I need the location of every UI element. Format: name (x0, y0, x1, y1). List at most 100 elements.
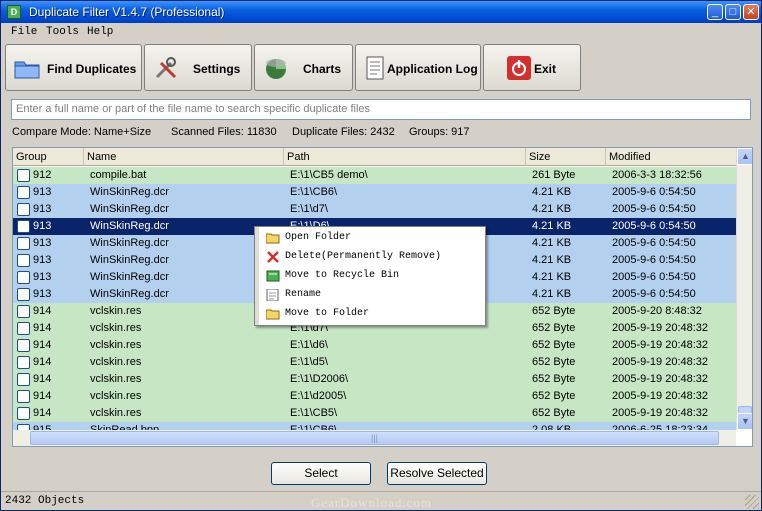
resize-grip[interactable] (745, 495, 759, 509)
cell-size: 652 Byte (532, 305, 576, 317)
cell-size: 652 Byte (532, 407, 576, 419)
cell-path: E:\1\CB6\ (290, 186, 338, 198)
row-checkbox[interactable] (17, 288, 30, 301)
settings-label: Settings (193, 62, 241, 76)
row-checkbox[interactable] (17, 322, 30, 335)
watermark: GearDownload.com (311, 495, 433, 510)
context-recycle-label: Move to Recycle Bin (285, 270, 400, 281)
context-open-folder-label: Open Folder (285, 232, 352, 243)
table-row[interactable]: 913 WinSkinReg.dcr E:\1\CB6\ 4.21 KB 2005-9-… (13, 184, 736, 201)
column-header-modified[interactable]: Modified (606, 148, 736, 166)
cell-group: 913 (33, 288, 52, 300)
table-row[interactable]: 913 WinSkinReg.dcr E:\1\d7\ 4.21 KB 2005-9-6… (13, 201, 736, 218)
charts-label: Charts (303, 62, 342, 76)
search-input[interactable]: Enter a full name or part of the file na… (11, 99, 751, 120)
find-duplicates-label: Find Duplicates (47, 62, 137, 76)
menu-file[interactable]: File (11, 26, 37, 38)
row-checkbox[interactable] (17, 356, 30, 369)
cell-size: 4.21 KB (532, 203, 572, 215)
compare-mode-text: Compare Mode: Name+Size (12, 126, 152, 138)
cell-size: 261 Byte (532, 169, 576, 181)
scroll-down-button[interactable]: ▼ (737, 413, 752, 430)
settings-button[interactable]: Settings (144, 44, 252, 91)
context-open-folder[interactable]: Open Folder (263, 229, 483, 248)
menu-bar: File Tools Help (1, 23, 761, 43)
close-button[interactable]: ✕ (743, 4, 759, 20)
context-recycle-bin[interactable]: Move to Recycle Bin (263, 267, 483, 286)
row-checkbox[interactable] (17, 237, 30, 250)
table-row[interactable]: 912 compile.bat E:\1\CB5 demo\ 261 Byte 2006… (13, 167, 736, 184)
cell-modified: 2005-9-6 0:54:50 (612, 254, 696, 266)
cell-name: WinSkinReg.dcr (90, 271, 169, 283)
table-row[interactable]: 914 vclskin.res E:\1\d2005\ 652 Byte 2005-9-… (13, 388, 736, 405)
cell-group: 914 (33, 305, 52, 317)
log-document-icon (366, 56, 384, 80)
cell-group: 913 (33, 186, 52, 198)
row-checkbox[interactable] (17, 305, 30, 318)
cell-group: 913 (33, 220, 52, 232)
row-checkbox[interactable] (17, 254, 30, 267)
horizontal-scroll-thumb[interactable]: ||| (30, 431, 719, 445)
context-delete[interactable]: Delete(Permanently Remove) (263, 248, 483, 267)
cell-size: 652 Byte (532, 339, 576, 351)
context-menu: Open Folder Delete(Permanently Remove) M… (254, 226, 486, 326)
row-checkbox[interactable] (17, 271, 30, 284)
row-checkbox[interactable] (17, 390, 30, 403)
column-header-name[interactable]: Name (84, 148, 284, 166)
cell-modified: 2005-9-6 0:54:50 (612, 186, 696, 198)
cell-size: 4.21 KB (532, 237, 572, 249)
select-button[interactable]: Select (271, 462, 371, 485)
cell-name: vclskin.res (90, 373, 142, 385)
row-checkbox[interactable] (17, 203, 30, 216)
cell-size: 4.21 KB (532, 288, 572, 300)
row-checkbox[interactable] (17, 339, 30, 352)
row-checkbox[interactable] (17, 186, 30, 199)
title-bar[interactable]: D Duplicate Filter V1.4.7 (Professional)… (1, 1, 761, 23)
column-header-path[interactable]: Path (284, 148, 526, 166)
cell-size: 652 Byte (532, 373, 576, 385)
application-log-button[interactable]: Application Log (355, 44, 481, 91)
row-checkbox[interactable] (17, 220, 30, 233)
table-row[interactable]: 914 vclskin.res E:\1\d5\ 652 Byte 2005-9-19 … (13, 354, 736, 371)
context-rename[interactable]: Rename (263, 286, 483, 305)
scanned-files-text: Scanned Files: 11830 (171, 126, 277, 138)
cell-path: E:\1\d6\ (290, 339, 328, 351)
cell-name: WinSkinReg.dcr (90, 237, 169, 249)
menu-help[interactable]: Help (87, 26, 113, 38)
cell-size: 652 Byte (532, 356, 576, 368)
charts-button[interactable]: Charts (254, 44, 353, 91)
table-row[interactable]: 914 vclskin.res E:\1\D2006\ 652 Byte 2005-9-… (13, 371, 736, 388)
table-row[interactable]: 914 vclskin.res E:\1\d6\ 652 Byte 2005-9-19 … (13, 337, 736, 354)
column-header-group[interactable]: Group (13, 148, 84, 166)
context-move-to-folder[interactable]: Move to Folder (263, 305, 483, 324)
cell-path: E:\1\D2006\ (290, 373, 349, 385)
table-row[interactable]: 914 vclskin.res E:\1\CB5\ 652 Byte 2005-9-19… (13, 405, 736, 422)
find-duplicates-button[interactable]: Find Duplicates (5, 44, 142, 91)
row-checkbox[interactable] (17, 407, 30, 420)
menu-tools[interactable]: Tools (46, 26, 79, 38)
exit-button[interactable]: Exit (483, 44, 581, 91)
app-icon: D (7, 5, 21, 19)
resolve-selected-button[interactable]: Resolve Selected (387, 462, 487, 485)
row-checkbox[interactable] (17, 169, 30, 182)
cell-modified: 2005-9-19 20:48:32 (612, 322, 709, 334)
vertical-scrollbar[interactable]: ▲ ▼ (736, 148, 752, 430)
cell-group: 913 (33, 237, 52, 249)
scroll-up-button[interactable]: ▲ (737, 148, 752, 165)
column-header-size[interactable]: Size (526, 148, 606, 166)
cell-name: WinSkinReg.dcr (90, 203, 169, 215)
rename-icon (266, 289, 279, 301)
cell-size: 4.21 KB (532, 271, 572, 283)
cell-name: WinSkinReg.dcr (90, 186, 169, 198)
horizontal-scrollbar[interactable]: ||| (13, 430, 736, 446)
recycle-bin-icon (266, 270, 280, 282)
cell-name: vclskin.res (90, 305, 142, 317)
exit-label: Exit (534, 62, 557, 76)
cell-size: 4.21 KB (532, 254, 572, 266)
minimize-button[interactable]: _ (707, 4, 723, 20)
cell-size: 4.21 KB (532, 186, 572, 198)
row-checkbox[interactable] (17, 373, 30, 386)
maximize-button[interactable]: □ (725, 4, 741, 20)
cell-modified: 2005-9-19 20:48:32 (612, 390, 709, 402)
cell-modified: 2006-3-3 18:32:56 (612, 169, 702, 181)
